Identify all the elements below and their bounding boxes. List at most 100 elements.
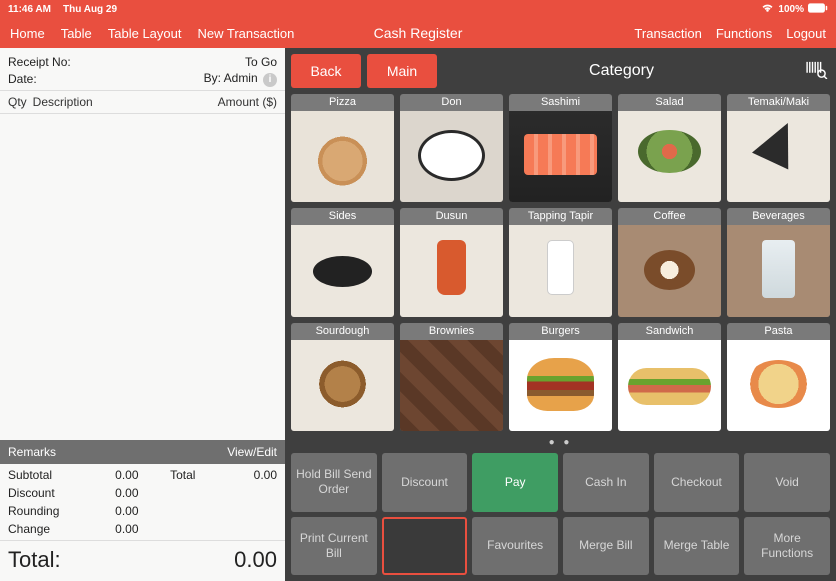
right-panel: Back Main Category Pizza Don Sashimi Salad T…	[285, 48, 836, 581]
category-thumb	[400, 225, 503, 316]
remarks-action[interactable]: View/Edit	[227, 445, 277, 459]
discount-label: Discount	[8, 486, 81, 500]
fn-pay[interactable]: Pay	[472, 453, 558, 512]
fn-hold-bill-send-order[interactable]: Hold Bill Send Order	[291, 453, 377, 512]
menu-transaction[interactable]: Transaction	[634, 26, 701, 41]
menu-new-transaction[interactable]: New Transaction	[198, 26, 295, 41]
remarks-label: Remarks	[8, 445, 56, 459]
category-tile[interactable]: Dusun	[400, 208, 503, 316]
battery-icon	[808, 3, 828, 16]
status-date: Thu Aug 29	[63, 4, 117, 15]
category-label: Brownies	[400, 323, 503, 340]
status-right: 100%	[761, 3, 828, 16]
total-side-value: 0.00	[227, 468, 277, 482]
menu-table-layout[interactable]: Table Layout	[108, 26, 182, 41]
category-tile[interactable]: Beverages	[727, 208, 830, 316]
category-tile[interactable]: Coffee	[618, 208, 721, 316]
grand-total: Total: 0.00	[0, 540, 285, 581]
category-label: Salad	[618, 94, 721, 111]
category-thumb	[291, 225, 394, 316]
subtotal-value: 0.00	[89, 468, 139, 482]
receipt-no-label: Receipt No:	[8, 55, 71, 69]
menu-home[interactable]: Home	[10, 26, 45, 41]
category-label: Temaki/Maki	[727, 94, 830, 111]
fn-void[interactable]: Void	[744, 453, 830, 512]
category-tile[interactable]: Salad	[618, 94, 721, 202]
fn-merge-table[interactable]: Merge Table	[654, 517, 740, 576]
fn-discount[interactable]: Discount	[382, 453, 468, 512]
category-label: Burgers	[509, 323, 612, 340]
info-icon[interactable]: i	[263, 73, 277, 87]
menu-logout[interactable]: Logout	[786, 26, 826, 41]
menu-table[interactable]: Table	[61, 26, 92, 41]
category-thumb	[618, 340, 721, 431]
fn-more-functions[interactable]: More Functions	[744, 517, 830, 576]
discount-value: 0.00	[89, 486, 139, 500]
category-thumb	[400, 340, 503, 431]
category-label: Tapping Tapir	[509, 208, 612, 225]
grand-label: Total:	[8, 547, 61, 573]
menu-left: Home Table Table Layout New Transaction	[10, 26, 294, 41]
category-label: Don	[400, 94, 503, 111]
wifi-icon	[761, 3, 774, 16]
category-tile[interactable]: Sandwich	[618, 323, 721, 431]
category-thumb	[618, 111, 721, 202]
change-label: Change	[8, 522, 81, 536]
receipt-date-label: Date:	[8, 72, 37, 86]
category-label: Pasta	[727, 323, 830, 340]
category-tile[interactable]: Temaki/Maki	[727, 94, 830, 202]
fn-cash-in[interactable]: Cash In	[563, 453, 649, 512]
category-thumb	[291, 111, 394, 202]
page-dots[interactable]: ● ●	[291, 437, 830, 447]
category-tile[interactable]: Sashimi	[509, 94, 612, 202]
category-thumb	[509, 340, 612, 431]
category-tile[interactable]: Pasta	[727, 323, 830, 431]
category-thumb	[400, 111, 503, 202]
rounding-label: Rounding	[8, 504, 81, 518]
receipt-panel: Receipt No: To Go Date: By: Admin i Qty …	[0, 48, 285, 581]
category-tile[interactable]: Don	[400, 94, 503, 202]
category-thumb	[291, 340, 394, 431]
category-tile[interactable]: Sides	[291, 208, 394, 316]
category-thumb	[727, 225, 830, 316]
main-button[interactable]: Main	[367, 54, 437, 88]
category-thumb	[509, 111, 612, 202]
category-thumb	[727, 340, 830, 431]
menu-title: Cash Register	[374, 25, 463, 41]
back-button[interactable]: Back	[291, 54, 361, 88]
battery-pct: 100%	[778, 4, 804, 15]
category-label: Dusun	[400, 208, 503, 225]
category-tile[interactable]: Tapping Tapir	[509, 208, 612, 316]
category-tile[interactable]: Pizza	[291, 94, 394, 202]
category-label: Pizza	[291, 94, 394, 111]
category-title: Category	[443, 62, 800, 80]
category-tile[interactable]: Burgers	[509, 323, 612, 431]
category-label: Sides	[291, 208, 394, 225]
rounding-value: 0.00	[89, 504, 139, 518]
menu-functions[interactable]: Functions	[716, 26, 772, 41]
fn-favourites[interactable]: Favourites	[472, 517, 558, 576]
fn-checkout[interactable]: Checkout	[654, 453, 740, 512]
category-thumb	[509, 225, 612, 316]
status-time: 11:46 AM	[8, 4, 51, 15]
fn-print-current-bill[interactable]: Print Current Bill	[291, 517, 377, 576]
total-side-label: Total	[147, 468, 220, 482]
category-tile[interactable]: Brownies	[400, 323, 503, 431]
fn-merge-bill[interactable]: Merge Bill	[563, 517, 649, 576]
category-label: Sashimi	[509, 94, 612, 111]
function-grid: Hold Bill Send OrderDiscountPayCash InCh…	[291, 453, 830, 575]
top-menu: Home Table Table Layout New Transaction …	[0, 18, 836, 48]
receipt-columns: Qty Description Amount ($)	[0, 90, 285, 114]
category-label: Sandwich	[618, 323, 721, 340]
category-tile[interactable]: Sourdough	[291, 323, 394, 431]
category-label: Coffee	[618, 208, 721, 225]
category-label: Sourdough	[291, 323, 394, 340]
category-thumb	[727, 111, 830, 202]
remarks-bar[interactable]: Remarks View/Edit	[0, 440, 285, 464]
receipt-body	[0, 114, 285, 441]
fn-empty-slot[interactable]	[382, 517, 468, 576]
category-thumb	[618, 225, 721, 316]
receipt-by: By: Admin i	[204, 71, 277, 87]
category-label: Beverages	[727, 208, 830, 225]
barcode-search-icon[interactable]	[806, 61, 830, 82]
